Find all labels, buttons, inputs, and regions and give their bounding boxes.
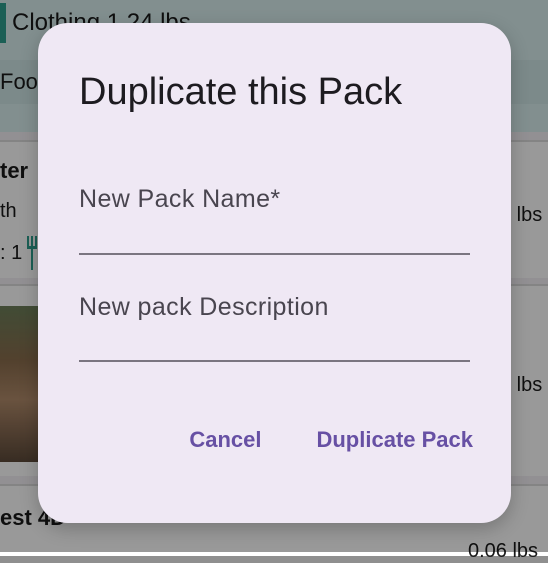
dialog-actions: Cancel Duplicate Pack: [189, 427, 473, 453]
duplicate-pack-button[interactable]: Duplicate Pack: [316, 427, 473, 453]
pack-name-label: New Pack Name*: [79, 185, 281, 213]
pack-description-underline: [79, 360, 470, 362]
cancel-button[interactable]: Cancel: [189, 427, 261, 453]
pack-description-label: New pack Description: [79, 293, 329, 321]
dialog-title: Duplicate this Pack: [79, 71, 403, 113]
pack-name-underline: [79, 253, 470, 255]
pack-description-field[interactable]: New pack Description: [79, 293, 470, 362]
duplicate-pack-dialog: Duplicate this Pack New Pack Name* New p…: [38, 23, 511, 523]
pack-name-field[interactable]: New Pack Name*: [79, 185, 470, 255]
